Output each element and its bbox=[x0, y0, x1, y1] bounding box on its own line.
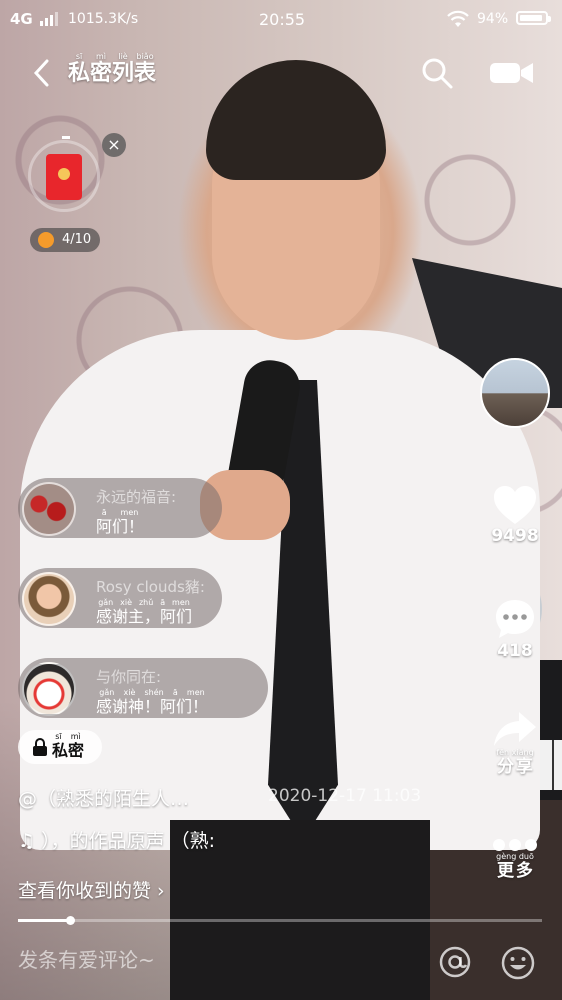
clock: 20:55 bbox=[259, 10, 306, 29]
share-label: 分享fēn xiǎng bbox=[496, 748, 534, 777]
comment-bubble[interactable]: 与你同在: 感谢神！阿们！gǎn xiè shén ā men bbox=[18, 658, 268, 718]
share-button[interactable]: 分享fēn xiǎng bbox=[475, 710, 555, 777]
red-packet-progress: 4/10 bbox=[30, 228, 100, 252]
author-avatar[interactable] bbox=[480, 358, 550, 428]
comment-message: 感谢神！阿们！gǎn xiè shén ā men bbox=[96, 688, 209, 716]
video-screen[interactable]: 4G 1015.3K/s 20:55 94% 私sī密mì列liè表biǎo ×… bbox=[0, 0, 562, 1000]
network-speed: 1015.3K/s bbox=[68, 11, 139, 27]
title-char: 密mì bbox=[90, 52, 113, 86]
battery-percent: 94% bbox=[477, 11, 509, 27]
like-count: 9498 bbox=[491, 526, 539, 546]
at-icon[interactable] bbox=[438, 945, 472, 979]
network-type: 4G bbox=[10, 10, 33, 28]
page-title: 私sī密mì列liè表biǎo bbox=[68, 52, 156, 87]
comment-message: 阿们！ā men bbox=[96, 508, 145, 536]
video-progress-knob[interactable] bbox=[66, 916, 76, 925]
red-packet-progress-text: 4/10 bbox=[62, 232, 92, 247]
battery-icon bbox=[516, 11, 551, 25]
signal-icon bbox=[40, 12, 58, 26]
title-char: 列liè bbox=[112, 52, 135, 86]
comment-icon bbox=[496, 600, 534, 638]
search-icon[interactable] bbox=[420, 56, 454, 90]
commenter-name: 永远的福音: bbox=[96, 488, 177, 506]
like-button[interactable]: 9498 bbox=[475, 484, 555, 546]
heart-icon bbox=[494, 486, 536, 524]
red-envelope-icon bbox=[46, 154, 82, 200]
back-icon[interactable] bbox=[30, 58, 54, 88]
commenter-name: 与你同在: bbox=[96, 668, 162, 686]
comment-bubble[interactable]: 永远的福音: 阿们！ā men bbox=[18, 478, 222, 538]
video-progress-bar[interactable] bbox=[18, 916, 542, 925]
comment-bubble[interactable]: Rosy clouds豬: 感谢主，阿们gǎn xiè zhǔ ā men bbox=[18, 568, 222, 628]
title-char: 表biǎo bbox=[134, 52, 157, 86]
view-likes-link[interactable]: 查看你收到的赞 › bbox=[18, 876, 165, 903]
title-char: 私sī bbox=[68, 52, 91, 86]
more-icon bbox=[493, 839, 537, 851]
post-date: 2020-12-17 11:03 bbox=[268, 786, 422, 806]
share-icon bbox=[494, 712, 536, 746]
commenter-avatar[interactable] bbox=[22, 572, 76, 626]
red-packet-widget[interactable] bbox=[28, 128, 108, 212]
comment-button[interactable]: 418 bbox=[475, 597, 555, 661]
video-description-line1[interactable]: @（熟悉的陌生人… bbox=[18, 784, 189, 811]
comment-message: 感谢主，阿们gǎn xiè zhǔ ā men bbox=[96, 598, 193, 626]
comment-count: 418 bbox=[497, 641, 533, 661]
video-progress-fill bbox=[18, 919, 71, 922]
wifi-icon bbox=[447, 10, 469, 27]
comment-input[interactable]: 发条有爱评论~ bbox=[18, 944, 155, 973]
star-icon bbox=[38, 232, 54, 248]
status-bar: 4G 1015.3K/s 20:55 94% bbox=[0, 0, 562, 40]
more-button[interactable]: 更多gèng duō bbox=[475, 838, 555, 881]
red-packet-indicator bbox=[62, 136, 70, 139]
page-title-text: 私sī密mì列liè表biǎo bbox=[68, 52, 157, 86]
commenter-avatar[interactable] bbox=[22, 662, 76, 716]
commenter-avatar[interactable] bbox=[22, 482, 76, 536]
lock-icon bbox=[33, 738, 47, 756]
private-badge[interactable]: 私密sī mì bbox=[18, 730, 102, 764]
close-icon[interactable]: × bbox=[102, 133, 126, 157]
video-camera-icon[interactable] bbox=[490, 60, 534, 86]
music-credit[interactable]: ♫ ），的作品原声 （熟: bbox=[18, 826, 215, 853]
header: 私sī密mì列liè表biǎo bbox=[0, 48, 562, 98]
more-label: 更多gèng duō bbox=[496, 852, 534, 881]
commenter-name: Rosy clouds豬: bbox=[96, 578, 205, 596]
emoji-icon[interactable] bbox=[500, 945, 536, 981]
private-badge-label: 私密sī mì bbox=[52, 732, 85, 760]
